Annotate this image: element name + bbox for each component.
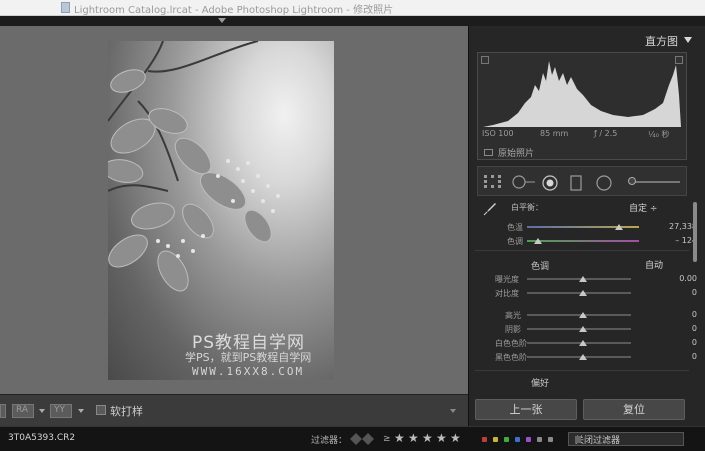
view-mode-button[interactable]	[0, 404, 6, 418]
filename[interactable]: 3T0A5393.CR2	[8, 433, 75, 443]
original-photo-icon	[484, 149, 493, 156]
right-panel: 直方图 ISO 100 85 mm ƒ / 2.5 ¹⁄₄₀ 秒 原始照片 白平…	[468, 26, 705, 426]
filter-label: 过滤器：	[311, 436, 348, 446]
before-after-button-1[interactable]: RA	[12, 404, 34, 418]
document-icon	[61, 2, 70, 13]
lightroom-window: Lightroom Catalog.lrcat - Adobe Photosho…	[0, 0, 705, 451]
panel-scrollbar[interactable]	[693, 202, 697, 262]
soft-proof-checkbox[interactable]	[96, 405, 106, 415]
graduated-filter-icon[interactable]	[570, 175, 582, 191]
histogram-title: 直方图	[645, 35, 678, 48]
before-after-label-2: YY	[54, 405, 65, 415]
toolbar-options-icon[interactable]	[450, 409, 456, 413]
select-arrows-icon	[575, 436, 581, 443]
blacks-slider[interactable]	[579, 354, 587, 360]
color-label-dot[interactable]	[504, 437, 509, 442]
white-balance-label: 白平衡：	[511, 203, 543, 212]
exposure-value[interactable]: 0.00	[679, 274, 697, 283]
highlights-value[interactable]: 0	[692, 310, 697, 319]
color-label-dot[interactable]	[515, 437, 520, 442]
eyedropper-icon[interactable]	[483, 202, 497, 216]
window-title: Lightroom Catalog.lrcat - Adobe Photosho…	[74, 5, 394, 16]
exif-aperture: ƒ / 2.5	[594, 129, 618, 138]
divider	[475, 370, 689, 371]
filter-select[interactable]: 关闭过滤器	[568, 432, 684, 446]
exif-iso: ISO 100	[482, 129, 514, 138]
crop-overlay-icon[interactable]	[484, 175, 502, 189]
rating-star-icon[interactable]: ★	[408, 431, 419, 445]
contrast-slider[interactable]	[579, 290, 587, 296]
filter-select-value: 关闭过滤器	[575, 436, 621, 446]
contrast-label: 对比度	[495, 289, 519, 298]
viewer-toolbar: RA YY 软打样	[0, 394, 468, 426]
exif-shutter: ¹⁄₄₀ 秒	[648, 130, 670, 139]
before-after-dropdown-icon[interactable]	[39, 409, 45, 413]
watermark-slogan: 学PS，就到PS教程自学网	[185, 351, 312, 364]
highlights-label: 高光	[505, 311, 521, 320]
red-eye-icon[interactable]	[542, 175, 558, 191]
shadows-slider[interactable]	[579, 326, 587, 332]
histogram[interactable]: ISO 100 85 mm ƒ / 2.5 ¹⁄₄₀ 秒 原始照片	[477, 52, 687, 160]
title-bar: Lightroom Catalog.lrcat - Adobe Photosho…	[0, 0, 705, 16]
tint-label: 色调	[507, 237, 523, 246]
flag-filter-icon[interactable]	[350, 433, 376, 445]
shadows-label: 阴影	[505, 325, 521, 334]
filmstrip-bar: 3T0A5393.CR2 过滤器： ≥ ★ ★ ★ ★ ★ 关闭过滤器	[0, 426, 705, 451]
rating-operator[interactable]: ≥	[383, 434, 391, 444]
auto-tone-button[interactable]: 自动	[645, 258, 663, 271]
whites-label: 白色色阶	[495, 339, 527, 348]
color-label-dot[interactable]	[548, 437, 553, 442]
contrast-value[interactable]: 0	[692, 288, 697, 297]
divider	[475, 250, 689, 251]
color-label-dot[interactable]	[493, 437, 498, 442]
whites-value[interactable]: 0	[692, 338, 697, 347]
shadows-value[interactable]: 0	[692, 324, 697, 333]
original-photo-label: 原始照片	[498, 149, 535, 159]
top-panel-toggle[interactable]	[0, 16, 705, 26]
adjustment-brush-icon[interactable]	[628, 177, 636, 185]
presence-header: 偏好	[531, 379, 550, 389]
swap-dropdown-icon[interactable]	[78, 409, 84, 413]
tool-strip	[477, 166, 687, 196]
reset-button[interactable]: 复位	[583, 399, 685, 420]
tint-track[interactable]	[527, 240, 639, 242]
rating-star-icon[interactable]: ★	[436, 431, 447, 445]
temperature-label: 色温	[507, 223, 523, 232]
exposure-slider[interactable]	[579, 276, 587, 282]
exposure-label: 曝光度	[495, 275, 519, 284]
whites-slider[interactable]	[579, 340, 587, 346]
before-after-button-2[interactable]: YY	[50, 404, 72, 418]
blacks-label: 黑色色阶	[495, 353, 527, 362]
exif-focal-length: 85 mm	[540, 129, 569, 138]
collapse-caret-icon[interactable]	[218, 18, 226, 23]
highlights-slider[interactable]	[579, 312, 587, 318]
radial-filter-icon[interactable]	[596, 175, 612, 191]
histogram-header[interactable]: 直方图	[475, 30, 694, 48]
color-label-dot[interactable]	[526, 437, 531, 442]
temperature-slider[interactable]	[614, 224, 623, 230]
color-label-dot[interactable]	[537, 437, 542, 442]
previous-button[interactable]: 上一张	[475, 399, 577, 420]
histogram-graph	[483, 61, 681, 127]
rating-star-icon[interactable]: ★	[450, 431, 461, 445]
photo: PS教程自学网 学PS，就到PS教程自学网 WWW.16XX8.COM	[108, 41, 334, 380]
image-viewer[interactable]: PS教程自学网 学PS，就到PS教程自学网 WWW.16XX8.COM	[0, 26, 468, 394]
collapse-triangle-icon[interactable]	[684, 37, 692, 43]
color-label-dot[interactable]	[482, 437, 487, 442]
tone-header: 色调	[531, 262, 550, 272]
rating-star-icon[interactable]: ★	[422, 431, 433, 445]
adjustment-brush-slider[interactable]	[630, 181, 680, 183]
before-after-label-1: RA	[16, 405, 29, 415]
rating-star-icon[interactable]: ★	[394, 431, 405, 445]
soft-proof-label: 软打样	[110, 405, 143, 418]
white-balance-select[interactable]: 自定 ÷	[629, 201, 657, 214]
watermark-url: WWW.16XX8.COM	[192, 365, 305, 378]
blacks-value[interactable]: 0	[692, 352, 697, 361]
spot-removal-icon[interactable]	[510, 175, 536, 189]
tint-slider[interactable]	[534, 238, 543, 244]
